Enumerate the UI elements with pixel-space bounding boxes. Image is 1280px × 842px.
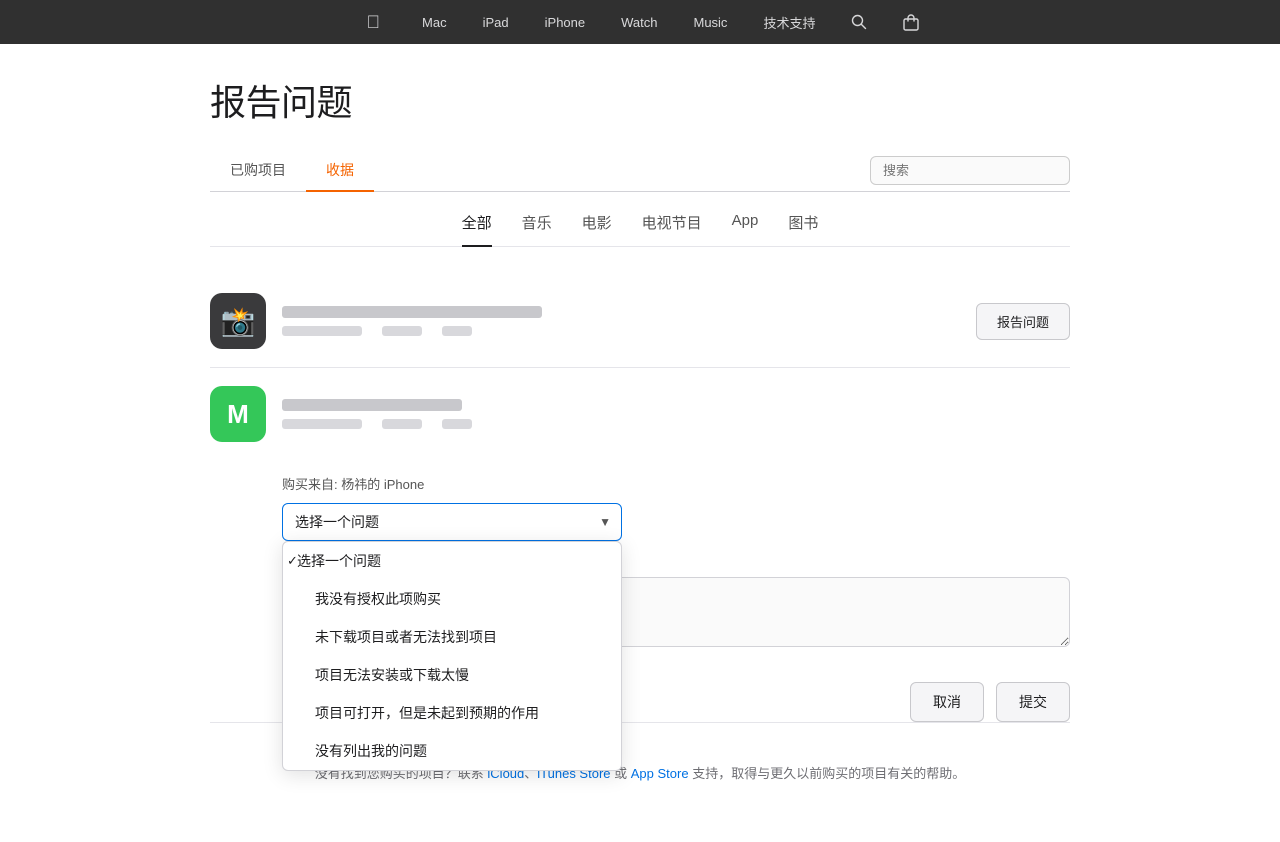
cat-tab-all[interactable]: 全部 (462, 212, 492, 247)
nav-iphone[interactable]: iPhone (527, 0, 603, 44)
footer-link-appstore[interactable]: App Store (631, 766, 689, 781)
dropdown-option-4[interactable]: 项目可打开，但是未起到预期的作用 (283, 694, 621, 732)
item-1-icon-glyph: 📸 (221, 305, 256, 338)
list-item: 📸 报告问题 (210, 275, 1070, 368)
nav-mac[interactable]: Mac (404, 0, 465, 44)
meta-bar (282, 326, 362, 336)
footer-text-after: 支持，取得与更久以前购买的项目有关的帮助。 (689, 766, 966, 781)
cat-tab-tv[interactable]: 电视节目 (642, 212, 702, 247)
page-title: 报告问题 (210, 74, 1070, 126)
item-1-name-bar (282, 306, 542, 318)
meta-bar (382, 326, 422, 336)
item-2-icon-glyph: M (227, 399, 249, 430)
dropdown-menu: 选择一个问题 我没有授权此项购买 未下载项目或者无法找到项目 项目无法安装或下载… (282, 541, 622, 771)
dropdown-option-5[interactable]: 没有列出我的问题 (283, 732, 621, 770)
nav-support[interactable]: 技术支持 (745, 0, 833, 44)
item-2-meta (282, 419, 1070, 429)
tab-purchased[interactable]: 已购项目 (210, 150, 306, 192)
item-2-name-bar (282, 399, 462, 411)
dropdown-selected-value: 选择一个问题 (295, 512, 379, 532)
chevron-down-icon: ▼ (599, 515, 611, 529)
cat-tab-music[interactable]: 音乐 (522, 212, 552, 247)
dropdown-option-1[interactable]: 我没有授权此项购买 (283, 580, 621, 618)
meta-bar (282, 419, 362, 429)
nav-search-icon[interactable] (833, 0, 885, 44)
dropdown-wrapper: 选择一个问题 ▼ 选择一个问题 我没有授权此项购买 未下载项目或者无法找到项目 … (282, 503, 622, 541)
top-tab-row: 已购项目 收据 (210, 150, 1070, 192)
meta-bar (442, 326, 472, 336)
dropdown-area: 购买来自: 杨祎的 iPhone 选择一个问题 ▼ 选择一个问题 我没有授权此项… (210, 458, 1070, 549)
meta-bar (442, 419, 472, 429)
dropdown-option-3[interactable]: 项目无法安装或下载太慢 (283, 656, 621, 694)
cat-tab-book[interactable]: 图书 (788, 212, 818, 247)
submit-button[interactable]: 提交 (996, 682, 1070, 722)
problem-dropdown-trigger[interactable]: 选择一个问题 ▼ (282, 503, 622, 541)
cat-tab-app[interactable]: App (732, 212, 759, 247)
nav-watch[interactable]: Watch (603, 0, 675, 44)
category-tabs: 全部 音乐 电影 电视节目 App 图书 (210, 212, 1070, 247)
item-1-icon: 📸 (210, 293, 266, 349)
list-item: M 购买来自: 杨祎的 iPhone 选择一个问题 ▼ 选择一个问 (210, 368, 1070, 723)
item-2-info (282, 399, 1070, 429)
nav-cart-icon[interactable] (885, 0, 937, 44)
dropdown-option-2[interactable]: 未下载项目或者无法找到项目 (283, 618, 621, 656)
cancel-button[interactable]: 取消 (910, 682, 984, 722)
item-1-info (282, 306, 960, 336)
search-input[interactable] (870, 156, 1070, 185)
report-problem-button-1[interactable]: 报告问题 (976, 303, 1070, 340)
cat-tab-movie[interactable]: 电影 (582, 212, 612, 247)
item-2-icon: M (210, 386, 266, 442)
dropdown-option-0[interactable]: 选择一个问题 (283, 542, 621, 580)
purchased-from-label: 购买来自: 杨祎的 iPhone (282, 474, 1070, 493)
nav-music[interactable]: Music (675, 0, 745, 44)
nav-bar:  Mac iPad iPhone Watch Music 技术支持 (0, 0, 1280, 44)
meta-bar (382, 419, 422, 429)
main-content: 报告问题 已购项目 收据 全部 音乐 电影 电视节目 App 图书 📸 报告问题 (190, 44, 1090, 842)
item-1-meta (282, 326, 960, 336)
tab-receipts[interactable]: 收据 (306, 150, 374, 192)
nav-apple-logo[interactable]:  (343, 0, 405, 44)
nav-ipad[interactable]: iPad (465, 0, 527, 44)
